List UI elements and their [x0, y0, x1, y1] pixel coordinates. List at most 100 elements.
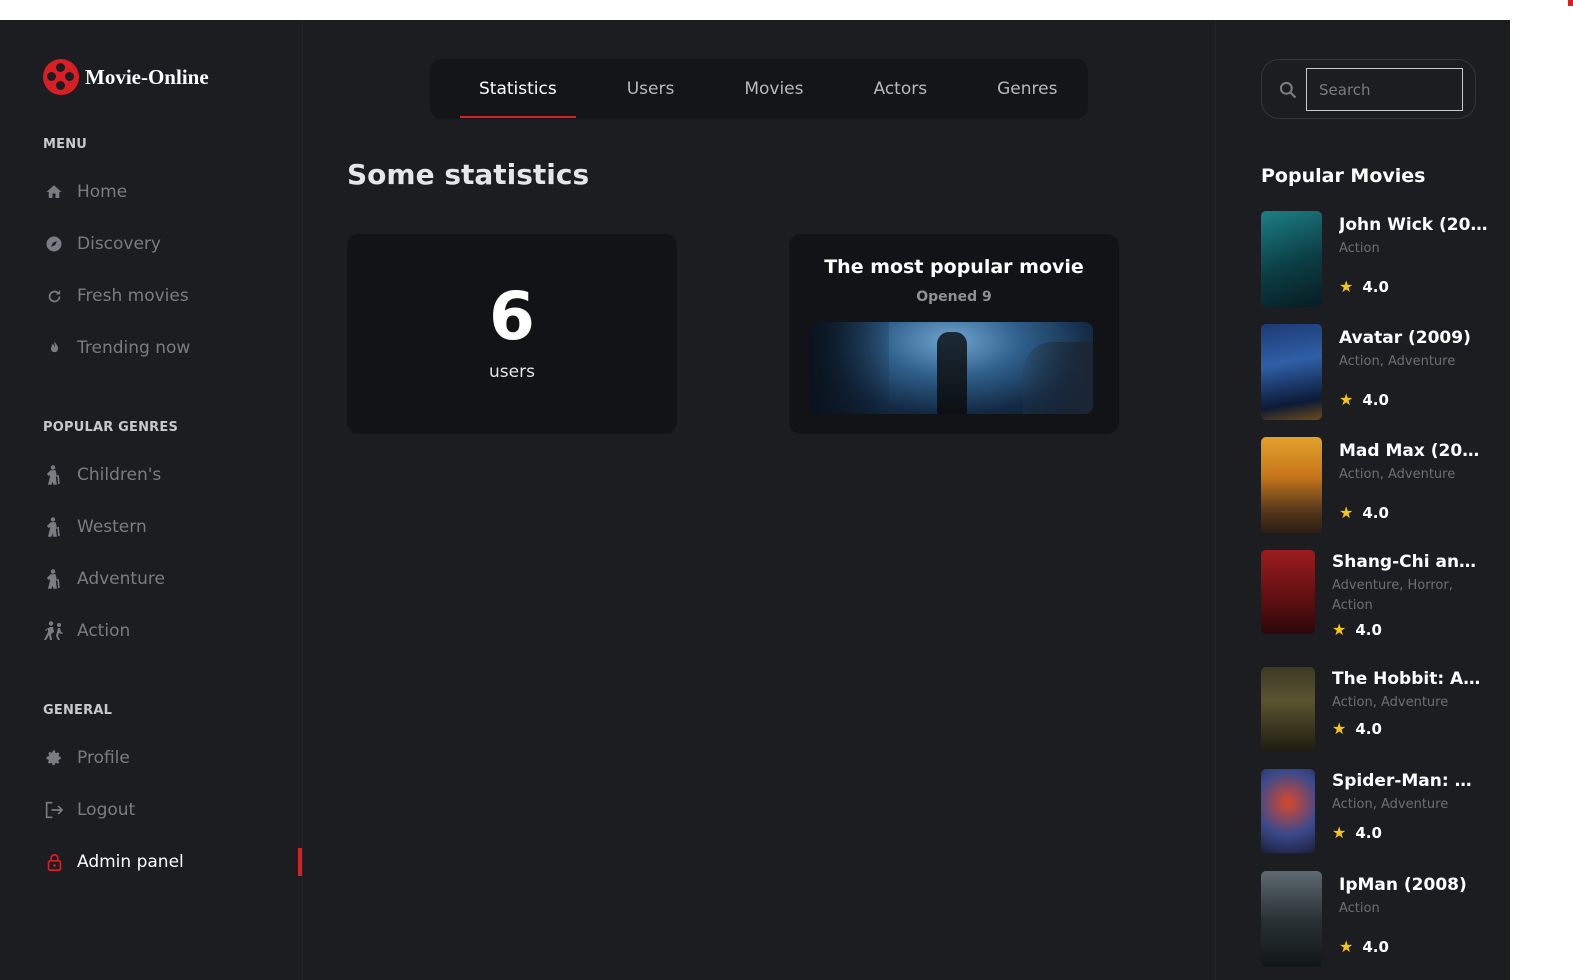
sidebar-item-childrens[interactable]: Children's — [43, 461, 293, 489]
sidebar-item-label: Trending now — [77, 338, 191, 358]
movie-title: Spider-Man: No ... — [1332, 771, 1484, 791]
logo[interactable]: Movie-Online — [43, 59, 209, 95]
rating-value: 4.0 — [1355, 823, 1382, 842]
search-icon[interactable] — [1278, 80, 1298, 100]
popular-movie-item[interactable]: Spider-Man: No ... Action, Adventure ★ 4… — [1261, 769, 1491, 853]
users-stat-card: 6 users — [347, 234, 677, 434]
popular-movie-item[interactable]: Shang-Chi and t... Adventure, Horror, Ac… — [1261, 550, 1491, 654]
sidebar-item-label: Home — [77, 182, 128, 202]
sidebar-item-label: Profile — [77, 748, 130, 768]
star-icon: ★ — [1332, 823, 1347, 842]
active-indicator — [298, 848, 302, 876]
sidebar-item-trending-now[interactable]: Trending now — [43, 334, 293, 362]
sidebar-item-label: Children's — [77, 465, 162, 485]
popular-movie-opened: Opened 9 — [916, 289, 992, 305]
sidebar-item-label: Western — [77, 517, 147, 537]
tab-users[interactable]: Users — [627, 59, 675, 119]
movie-rating: ★ 4.0 — [1332, 719, 1382, 738]
rating-value: 4.0 — [1362, 503, 1389, 522]
users-count: 6 — [489, 278, 535, 355]
fire-icon — [43, 337, 65, 359]
sidebar-item-profile[interactable]: Profile — [43, 744, 293, 772]
search-input[interactable] — [1306, 68, 1463, 111]
movie-genres: Action — [1339, 901, 1380, 916]
tab-bar: Statistics Users Movies Actors Genres — [430, 59, 1088, 119]
logout-icon — [43, 799, 65, 821]
popular-movie-card[interactable]: The most popular movie Opened 9 — [789, 234, 1119, 434]
refresh-icon — [43, 285, 65, 307]
people-running-icon — [43, 620, 65, 642]
tab-actors[interactable]: Actors — [874, 59, 928, 119]
rating-value: 4.0 — [1362, 277, 1389, 296]
sidebar-item-discovery[interactable]: Discovery — [43, 230, 293, 258]
corner-mark — [1568, 0, 1573, 6]
sidebar-item-fresh-movies[interactable]: Fresh movies — [43, 282, 293, 310]
popular-movie-item[interactable]: IpMan (2008) Action ★ 4.0 — [1261, 871, 1491, 967]
sidebar-item-label: Logout — [77, 800, 136, 820]
movie-title: IpMan (2008) — [1339, 875, 1467, 895]
brand-name: Movie-Online — [85, 64, 209, 89]
lock-icon — [43, 851, 65, 873]
movie-poster[interactable] — [1261, 550, 1315, 634]
popular-movies-title: Popular Movies — [1261, 165, 1426, 187]
popular-movie-item[interactable]: The Hobbit: An ... Action, Adventure ★ 4… — [1261, 667, 1491, 751]
movie-banner-image[interactable] — [809, 322, 1093, 414]
star-icon: ★ — [1339, 937, 1354, 956]
sidebar-item-action[interactable]: Action — [43, 617, 293, 645]
movie-rating: ★ 4.0 — [1339, 277, 1389, 296]
star-icon: ★ — [1339, 277, 1354, 296]
tab-movies[interactable]: Movies — [744, 59, 803, 119]
movie-title: Shang-Chi and t... — [1332, 552, 1484, 572]
app-window: Movie-Online MENU Home Discovery Fresh m… — [0, 20, 1510, 980]
popular-movie-item[interactable]: Mad Max (2015) Action, Adventure ★ 4.0 — [1261, 437, 1491, 533]
sidebar-item-home[interactable]: Home — [43, 178, 293, 206]
movie-rating: ★ 4.0 — [1339, 503, 1389, 522]
movie-poster[interactable] — [1261, 211, 1322, 307]
star-icon: ★ — [1339, 390, 1354, 409]
popular-movie-item[interactable]: John Wick (2014) Action ★ 4.0 — [1261, 211, 1491, 307]
popular-movie-item[interactable]: Avatar (2009) Action, Adventure ★ 4.0 — [1261, 324, 1491, 420]
movie-poster[interactable] — [1261, 769, 1315, 853]
rating-value: 4.0 — [1355, 719, 1382, 738]
sidebar-item-admin-panel[interactable]: Admin panel — [43, 848, 293, 876]
movie-poster[interactable] — [1261, 324, 1322, 420]
walker-icon — [43, 464, 65, 486]
sidebar-item-label: Action — [77, 621, 131, 641]
movie-genres: Action, Adventure — [1339, 467, 1456, 482]
sidebar-item-logout[interactable]: Logout — [43, 796, 293, 824]
sidebar-item-label: Admin panel — [77, 852, 184, 872]
rating-value: 4.0 — [1362, 390, 1389, 409]
page-title: Some statistics — [347, 158, 590, 191]
movie-title: Avatar (2009) — [1339, 328, 1471, 348]
rating-value: 4.0 — [1355, 620, 1382, 639]
movie-title: The Hobbit: An ... — [1332, 669, 1484, 689]
menu-section-title: MENU — [43, 137, 88, 152]
users-label: users — [489, 362, 535, 382]
tab-statistics[interactable]: Statistics — [460, 59, 576, 119]
movie-poster[interactable] — [1261, 667, 1315, 751]
movie-poster[interactable] — [1261, 871, 1322, 967]
movie-genres: Action — [1339, 241, 1380, 256]
home-icon — [43, 181, 65, 203]
general-section-title: GENERAL — [43, 703, 113, 718]
sidebar-item-label: Discovery — [77, 234, 161, 254]
compass-icon — [43, 233, 65, 255]
walker-icon — [43, 568, 65, 590]
right-panel: Popular Movies John Wick (2014) Action ★… — [1215, 20, 1510, 980]
sidebar: Movie-Online MENU Home Discovery Fresh m… — [0, 20, 303, 980]
movie-genres: Adventure, Horror, Action — [1332, 578, 1453, 613]
movie-title: John Wick (2014) — [1339, 215, 1491, 235]
tab-genres[interactable]: Genres — [997, 59, 1057, 119]
movie-rating: ★ 4.0 — [1332, 823, 1382, 842]
gear-icon — [43, 747, 65, 769]
sidebar-item-western[interactable]: Western — [43, 513, 293, 541]
movie-poster[interactable] — [1261, 437, 1322, 533]
sidebar-item-adventure[interactable]: Adventure — [43, 565, 293, 593]
search-box — [1261, 59, 1476, 119]
movie-title: Mad Max (2015) — [1339, 441, 1491, 461]
star-icon: ★ — [1339, 503, 1354, 522]
sidebar-item-label: Fresh movies — [77, 286, 189, 306]
walker-icon — [43, 516, 65, 538]
genres-section-title: POPULAR GENRES — [43, 420, 179, 435]
movie-rating: ★ 4.0 — [1332, 620, 1382, 639]
